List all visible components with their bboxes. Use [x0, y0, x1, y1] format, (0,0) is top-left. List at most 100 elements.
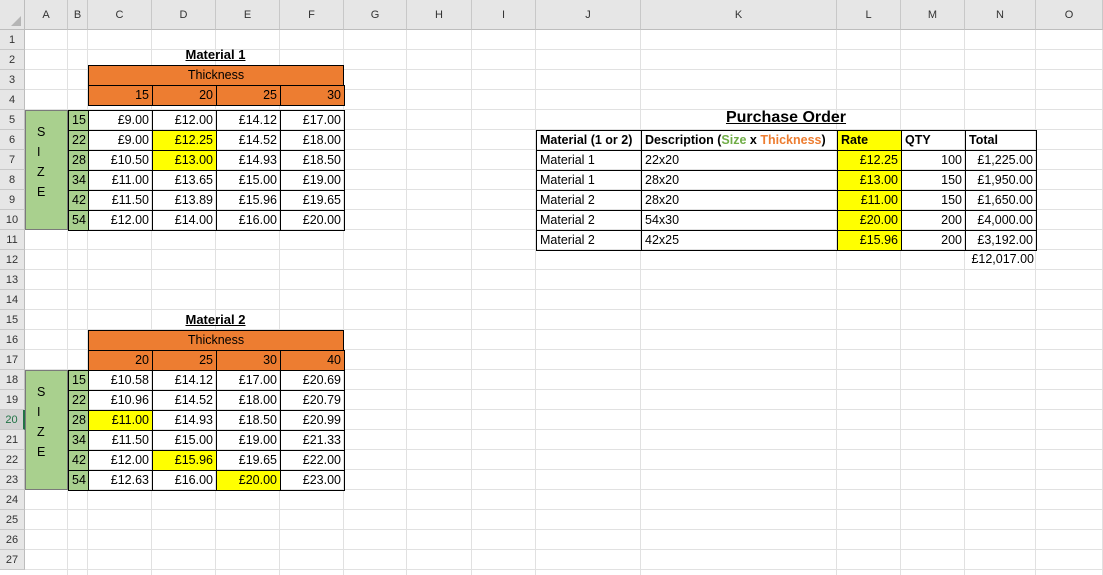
column-header[interactable]: D	[152, 0, 216, 30]
po-description-cell[interactable]: 42x25	[641, 230, 838, 251]
po-rate-cell[interactable]: £11.00	[837, 190, 902, 211]
size-value[interactable]: 34	[68, 170, 89, 191]
price-cell[interactable]: £16.00	[216, 210, 281, 231]
size-value[interactable]: 42	[68, 190, 89, 211]
price-cell[interactable]: £23.00	[280, 470, 345, 491]
po-material-cell[interactable]: Material 2	[536, 190, 642, 211]
select-all-corner[interactable]	[0, 0, 25, 30]
row-header[interactable]: 8	[0, 170, 25, 190]
size-value[interactable]: 28	[68, 410, 89, 431]
column-header[interactable]: H	[407, 0, 472, 30]
po-rate-cell[interactable]: £13.00	[837, 170, 902, 191]
price-cell[interactable]: £21.33	[280, 430, 345, 451]
size-value[interactable]: 28	[68, 150, 89, 171]
po-total-cell[interactable]: £1,225.00	[965, 150, 1037, 171]
price-cell[interactable]: £11.50	[88, 430, 153, 451]
thickness-value[interactable]: 15	[88, 85, 153, 106]
po-description-cell[interactable]: 28x20	[641, 170, 838, 191]
price-cell[interactable]: £19.65	[216, 450, 281, 471]
price-cell[interactable]: £14.93	[152, 410, 217, 431]
thickness-value[interactable]: 25	[216, 85, 281, 106]
price-cell[interactable]: £14.52	[152, 390, 217, 411]
po-header-qty[interactable]: QTY	[901, 130, 966, 151]
price-cell[interactable]: £14.00	[152, 210, 217, 231]
row-header[interactable]: 14	[0, 290, 25, 310]
row-header[interactable]: 27	[0, 550, 25, 570]
price-cell[interactable]: £12.00	[152, 110, 217, 131]
row-header[interactable]: 18	[0, 370, 25, 390]
size-value[interactable]: 15	[68, 370, 89, 391]
po-header-rate[interactable]: Rate	[837, 130, 902, 151]
size-value[interactable]: 54	[68, 470, 89, 491]
price-cell[interactable]: £20.69	[280, 370, 345, 391]
price-cell[interactable]: £11.00	[88, 410, 153, 431]
price-cell[interactable]: £20.00	[216, 470, 281, 491]
price-cell[interactable]: £10.58	[88, 370, 153, 391]
price-cell[interactable]: £14.12	[152, 370, 217, 391]
price-cell[interactable]: £14.93	[216, 150, 281, 171]
price-cell[interactable]: £17.00	[280, 110, 345, 131]
price-cell[interactable]: £12.25	[152, 130, 217, 151]
price-cell[interactable]: £11.50	[88, 190, 153, 211]
price-cell[interactable]: £18.00	[280, 130, 345, 151]
po-qty-cell[interactable]: 200	[901, 230, 966, 251]
po-material-cell[interactable]: Material 2	[536, 210, 642, 231]
price-cell[interactable]: £15.96	[152, 450, 217, 471]
row-header[interactable]: 12	[0, 250, 25, 270]
row-header[interactable]: 5	[0, 110, 25, 130]
price-cell[interactable]: £20.00	[280, 210, 345, 231]
price-cell[interactable]: £10.96	[88, 390, 153, 411]
thickness-value[interactable]: 40	[280, 350, 345, 371]
price-cell[interactable]: £20.79	[280, 390, 345, 411]
row-header[interactable]: 23	[0, 470, 25, 490]
row-header[interactable]: 4	[0, 90, 25, 110]
po-rate-cell[interactable]: £12.25	[837, 150, 902, 171]
po-qty-cell[interactable]: 150	[901, 170, 966, 191]
price-cell[interactable]: £16.00	[152, 470, 217, 491]
size-value[interactable]: 42	[68, 450, 89, 471]
po-material-cell[interactable]: Material 2	[536, 230, 642, 251]
thickness-value[interactable]: 30	[216, 350, 281, 371]
po-material-cell[interactable]: Material 1	[536, 170, 642, 191]
row-header[interactable]: 9	[0, 190, 25, 210]
price-cell[interactable]: £13.65	[152, 170, 217, 191]
row-header[interactable]: 26	[0, 530, 25, 550]
thickness-value[interactable]: 20	[88, 350, 153, 371]
column-header[interactable]: E	[216, 0, 280, 30]
size-value[interactable]: 34	[68, 430, 89, 451]
price-cell[interactable]: £18.00	[216, 390, 281, 411]
material1-thickness-label[interactable]: Thickness	[88, 65, 344, 86]
po-description-cell[interactable]: 54x30	[641, 210, 838, 231]
thickness-value[interactable]: 30	[280, 85, 345, 106]
row-header[interactable]: 20	[0, 410, 25, 430]
spreadsheet-grid[interactable]: A B C D E F G H I J K L M N O 1 2 3 4 5 6 7 8 9 10 11 12 13 14 15 16 17…	[0, 0, 1103, 575]
size-value[interactable]: 54	[68, 210, 89, 231]
price-cell[interactable]: £9.00	[88, 130, 153, 151]
po-total-cell[interactable]: £3,192.00	[965, 230, 1037, 251]
column-header[interactable]: M	[901, 0, 965, 30]
column-header[interactable]: B	[68, 0, 88, 30]
price-cell[interactable]: £20.99	[280, 410, 345, 431]
material1-size-label[interactable]: SIZE	[25, 110, 68, 230]
column-header[interactable]: C	[88, 0, 152, 30]
price-cell[interactable]: £18.50	[216, 410, 281, 431]
column-header[interactable]: N	[965, 0, 1036, 30]
po-total-cell[interactable]: £1,950.00	[965, 170, 1037, 191]
price-cell[interactable]: £9.00	[88, 110, 153, 131]
row-header[interactable]: 3	[0, 70, 25, 90]
po-header-description[interactable]: Description (Size x Thickness)	[641, 130, 838, 151]
price-cell[interactable]: £12.00	[88, 450, 153, 471]
po-description-cell[interactable]: 28x20	[641, 190, 838, 211]
column-header[interactable]: O	[1036, 0, 1103, 30]
price-cell[interactable]: £19.65	[280, 190, 345, 211]
size-value[interactable]: 22	[68, 130, 89, 151]
price-cell[interactable]: £12.00	[88, 210, 153, 231]
row-header[interactable]: 15	[0, 310, 25, 330]
po-total-cell[interactable]: £1,650.00	[965, 190, 1037, 211]
column-header[interactable]: L	[837, 0, 901, 30]
row-header[interactable]: 16	[0, 330, 25, 350]
column-header[interactable]: G	[344, 0, 407, 30]
size-value[interactable]: 15	[68, 110, 89, 131]
price-cell[interactable]: £15.00	[152, 430, 217, 451]
po-material-cell[interactable]: Material 1	[536, 150, 642, 171]
